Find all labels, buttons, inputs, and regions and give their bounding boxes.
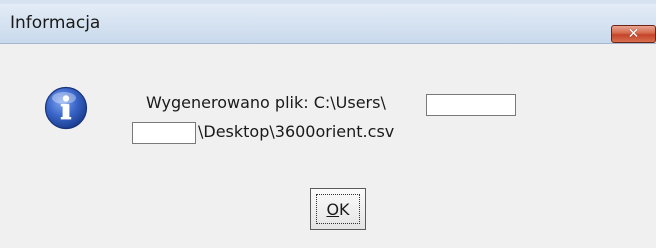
title-bar[interactable]: Informacja ✕ [0,0,656,44]
title-bar-top-edge [0,0,656,4]
message-line-1: Wygenerowano plik: C:\Users\ [146,93,386,112]
close-icon: ✕ [627,26,640,42]
ok-label-rest: K [339,199,350,219]
ok-button-label: OK [326,200,349,219]
close-button[interactable]: ✕ [611,25,656,43]
redacted-username [426,94,516,116]
redacted-username-continued [132,122,196,144]
ok-button[interactable]: OK [310,188,366,230]
message-line-2: \Desktop\3600orient.csv [198,122,395,141]
info-icon [44,86,88,130]
ok-accelerator-key: O [326,199,340,219]
window-title: Informacja [10,13,101,33]
ok-button-focus-ring: OK [316,194,360,224]
